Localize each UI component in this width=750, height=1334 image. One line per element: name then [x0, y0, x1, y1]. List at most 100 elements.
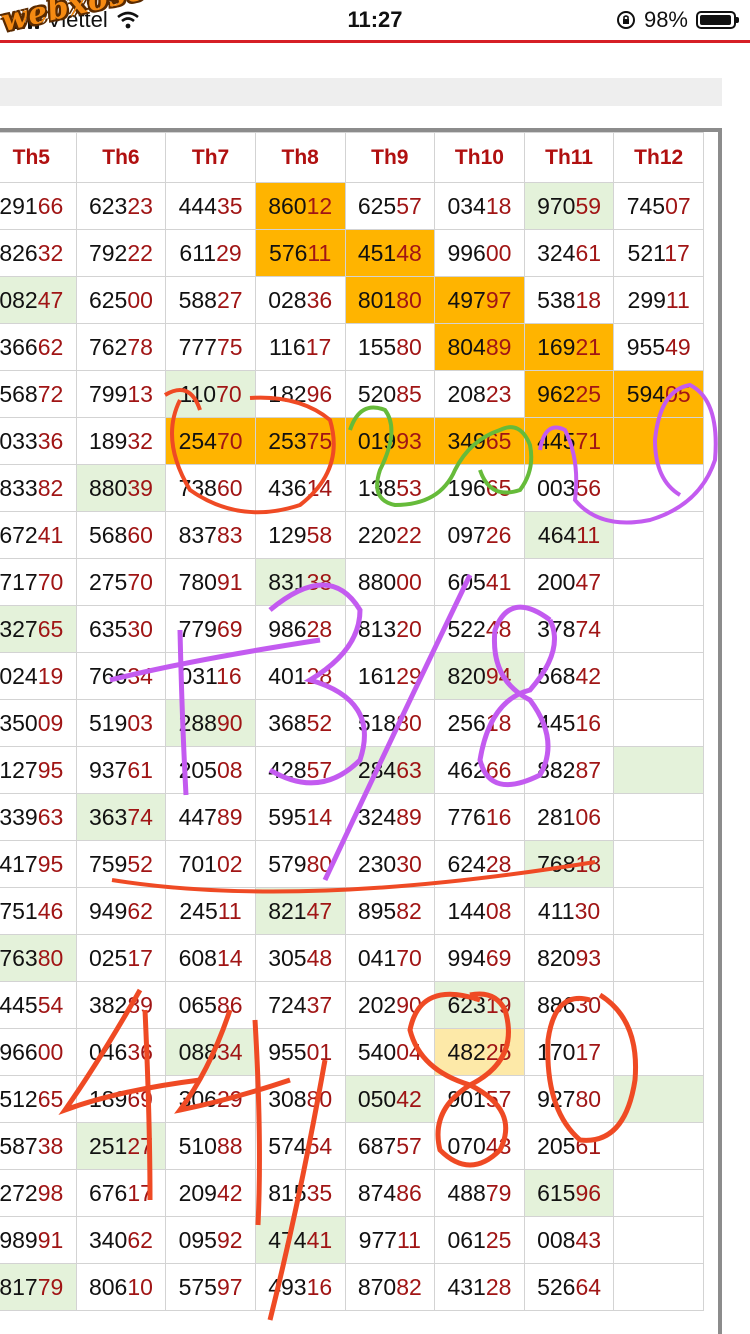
result-cell: 12795	[0, 746, 77, 794]
result-cell	[613, 511, 704, 559]
result-cell: 20561	[523, 1122, 615, 1170]
result-cell: 20508	[165, 746, 256, 794]
result-cell: 89582	[344, 887, 436, 935]
result-cell: 11617	[254, 323, 346, 371]
result-cell: 37874	[523, 605, 615, 653]
result-cell: 20047	[523, 558, 615, 606]
result-cell: 44789	[165, 793, 256, 841]
table-row: 41795 75952 70102 57980 23030 62428 76818	[0, 840, 704, 888]
result-cell: 68757	[344, 1122, 436, 1170]
column-header: Th10	[434, 132, 525, 183]
result-cell: 02419	[0, 652, 77, 700]
result-cell: 93761	[75, 746, 167, 794]
table-row: 35009 51903 28890 36852 51880 25618 44516	[0, 699, 704, 747]
toolbar-strip	[0, 78, 722, 106]
battery-percent: 98%	[643, 7, 688, 32]
result-cell: 79222	[75, 229, 167, 277]
result-cell	[613, 887, 704, 935]
result-cell: 16129	[344, 652, 436, 700]
result-cell: 04636	[75, 1028, 167, 1076]
result-cell: 79913	[75, 370, 167, 418]
status-right: 98%	[616, 7, 739, 33]
result-cell: 44435	[165, 182, 256, 230]
result-cell: 44516	[523, 699, 615, 747]
result-cell: 86012	[254, 182, 346, 230]
result-cell: 83382	[0, 464, 77, 512]
result-cell: 30880	[254, 1075, 346, 1123]
result-cell: 30548	[254, 934, 346, 982]
result-cell: 24511	[165, 887, 256, 935]
result-cell: 28890	[165, 699, 256, 747]
result-cell: 99469	[434, 934, 525, 982]
result-cell: 62500	[75, 276, 167, 324]
table-row: 83382 88039 73860 43614 13853 19665 00356	[0, 464, 704, 512]
result-cell	[613, 1028, 704, 1076]
result-cell: 62557	[344, 182, 436, 230]
result-cell: 25618	[434, 699, 525, 747]
orientation-lock-icon	[616, 11, 635, 29]
result-cell: 92780	[523, 1075, 615, 1123]
column-header: Th7	[165, 132, 256, 183]
result-cell: 33963	[0, 793, 77, 841]
result-cell: 88287	[523, 746, 615, 794]
result-cell: 80610	[75, 1263, 167, 1311]
result-cell: 45148	[344, 229, 436, 277]
result-cell: 01993	[344, 417, 436, 465]
column-header: Th9	[344, 132, 436, 183]
result-cell: 58738	[0, 1122, 77, 1170]
result-cell: 77616	[434, 793, 525, 841]
result-cell: 42857	[254, 746, 346, 794]
result-cell: 82147	[254, 887, 346, 935]
result-cell: 87486	[344, 1169, 436, 1217]
result-cell: 96225	[523, 370, 615, 418]
result-cell: 25127	[75, 1122, 167, 1170]
result-cell: 09726	[434, 511, 525, 559]
result-cell: 02836	[254, 276, 346, 324]
result-cell: 27570	[75, 558, 167, 606]
table-row: 56872 79913 11070 18296 52085 20823 96225 59405	[0, 370, 704, 418]
result-cell: 56860	[75, 511, 167, 559]
result-cell: 20942	[165, 1169, 256, 1217]
result-cell	[613, 558, 704, 606]
table-row: 67241 56860 83783 12958 22022 09726 46411	[0, 511, 704, 559]
result-cell: 80489	[434, 323, 525, 371]
result-cell: 23030	[344, 840, 436, 888]
result-cell: 44554	[0, 981, 77, 1029]
result-cell: 18932	[75, 417, 167, 465]
results-table-container[interactable]: Th5 Th6 Th7 Th8 Th9 Th10 Th11 Th12 29166 62323 44…	[0, 128, 722, 1334]
result-cell: 00356	[523, 464, 615, 512]
result-cell	[613, 1263, 704, 1311]
result-cell: 82632	[0, 229, 77, 277]
result-cell: 34965	[434, 417, 525, 465]
result-cell: 30629	[165, 1075, 256, 1123]
result-cell: 03418	[434, 182, 525, 230]
result-cell: 53818	[523, 276, 615, 324]
table-row: 03336 18932 25470 25375 01993 34965 44571	[0, 417, 704, 465]
result-cell: 25375	[254, 417, 346, 465]
result-cell: 54004	[344, 1028, 436, 1076]
result-cell: 00843	[523, 1216, 615, 1264]
result-cell: 67241	[0, 511, 77, 559]
result-cell: 56872	[0, 370, 77, 418]
result-cell: 18969	[75, 1075, 167, 1123]
result-cell: 03116	[165, 652, 256, 700]
result-cell: 63530	[75, 605, 167, 653]
result-cell: 57597	[165, 1263, 256, 1311]
result-cell: 51265	[0, 1075, 77, 1123]
result-cell: 18296	[254, 370, 346, 418]
result-cell	[613, 1216, 704, 1264]
result-cell: 11070	[165, 370, 256, 418]
result-cell: 56842	[523, 652, 615, 700]
table-row: 98991 34062 09592 47441 97711 06125 00843	[0, 1216, 704, 1264]
result-cell: 95501	[254, 1028, 346, 1076]
table-row: 58738 25127 51088 57454 68757 07043 20561	[0, 1122, 704, 1170]
result-cell: 17017	[523, 1028, 615, 1076]
result-cell: 77775	[165, 323, 256, 371]
result-cell: 36374	[75, 793, 167, 841]
result-cell: 83138	[254, 558, 346, 606]
result-cell: 35009	[0, 699, 77, 747]
result-cell: 88039	[75, 464, 167, 512]
result-cell: 29911	[613, 276, 704, 324]
result-cell: 16921	[523, 323, 615, 371]
result-cell: 28463	[344, 746, 436, 794]
